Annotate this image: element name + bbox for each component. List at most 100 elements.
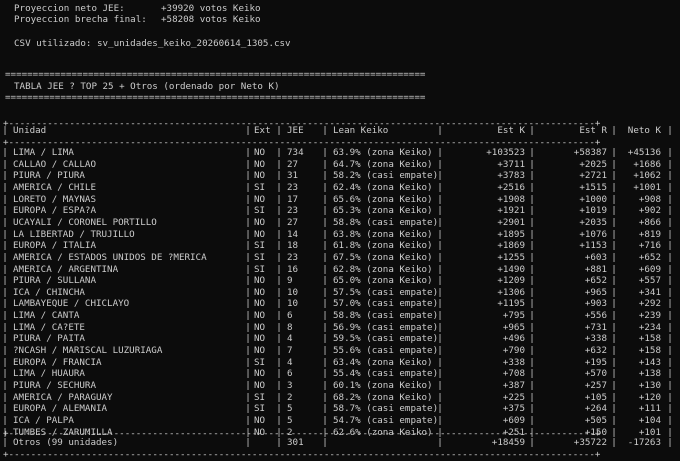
table-row: | | | | | | | | AMERICA / CHILE SI 23 62.4% (zona K… — [0, 182, 680, 193]
table-row: | | | | | | | | ?NCASH / MARISCAL LUZURIAGA NO 7 55… — [0, 345, 680, 356]
cell-neto-k: +158 — [638, 345, 661, 357]
table-border: | — [276, 310, 282, 322]
cell-neto-k: +143 — [638, 356, 661, 368]
cell-est-k: +1869 — [497, 240, 525, 252]
cell-est-k: +375 — [502, 403, 525, 415]
table-border: | — [529, 310, 535, 322]
cell-lean-keiko: 63.4% (zona Keiko) — [333, 356, 433, 368]
cell-jee: 23 — [287, 181, 299, 193]
cell-ext: NO — [254, 321, 266, 333]
cell-unidad: ?NCASH / MARISCAL LUZURIAGA — [13, 345, 163, 357]
table-border: | — [529, 356, 535, 368]
table-border: | — [2, 310, 8, 322]
table-row: | | | | | | | | EUROPA / ITALIA SI 18 61.8% (zona K… — [0, 240, 680, 251]
cell-jee: 3 — [287, 380, 293, 391]
cell-neto-k: +557 — [638, 275, 661, 287]
table-border: | — [322, 321, 328, 333]
table-border: | — [611, 158, 617, 170]
cell-unidad: EUROPA / FRANCIA — [13, 356, 102, 368]
cell-est-k: +103523 — [486, 147, 525, 158]
cell-lean-keiko: 61.8% (zona Keiko) — [333, 240, 433, 252]
table-border: | — [276, 251, 282, 263]
table-border: | — [245, 356, 251, 368]
table-border: | — [2, 345, 8, 357]
table-border: | — [276, 240, 282, 252]
cell-est-r: +1515 — [579, 181, 607, 193]
table-border: | — [529, 125, 535, 136]
cell-neto-k: +716 — [638, 240, 661, 252]
table-border: | — [2, 321, 8, 333]
table-border: | — [322, 263, 328, 275]
table-border: | — [276, 205, 282, 217]
table-border: | — [529, 158, 535, 170]
banner-title: TABLA JEE ? TOP 25 + Otros (ordenado por… — [14, 81, 280, 92]
cell-lean-keiko: Lean Keiko — [333, 125, 389, 136]
table-border: | — [611, 251, 617, 263]
table-border: | — [2, 275, 8, 287]
terminal-window[interactable]: Proyeccion neto JEE: +39920 votos Keiko … — [0, 0, 680, 461]
table-border: | — [611, 321, 617, 333]
table-border: | — [245, 181, 251, 193]
table-border: | — [2, 216, 8, 228]
cell-neto-k: +130 — [638, 380, 661, 391]
table-border: | — [322, 298, 328, 310]
table-border: | — [611, 275, 617, 287]
table-border: | — [529, 170, 535, 182]
cell-est-r: Est R — [579, 125, 607, 136]
cell-ext: NO — [254, 333, 266, 345]
cell-ext: NO — [254, 216, 266, 228]
table-border: | — [667, 193, 673, 205]
table-border: | — [245, 414, 251, 426]
table-border: | — [2, 228, 8, 240]
table-border: | — [2, 170, 8, 182]
table-row: | | | | | | | | LIMA / CANTA NO 6 58.8% (casi empat… — [0, 310, 680, 321]
cell-unidad: Unidad — [13, 125, 47, 136]
table-border: | — [529, 321, 535, 333]
neto-label: Proyeccion neto JEE: — [14, 3, 125, 14]
cell-unidad: AMERICA / CHILE — [13, 181, 96, 193]
cell-unidad: LIMA / CA?ETE — [13, 321, 85, 333]
cell-lean-keiko: 62.4% (zona Keiko) — [333, 181, 433, 193]
table-border: | — [667, 356, 673, 368]
table-border: | — [2, 380, 8, 391]
table-row: | | | | | | | | UCAYALI / CORONEL PORTILLO NO 27 58… — [0, 217, 680, 228]
cell-est-r: +652 — [584, 275, 607, 287]
cell-neto-k: +609 — [638, 263, 661, 275]
cell-ext: SI — [254, 181, 266, 193]
table-border: | — [245, 240, 251, 252]
table-border: | — [2, 414, 8, 426]
cell-neto-k: +239 — [638, 310, 661, 322]
table-border: | — [276, 368, 282, 380]
table-border: | — [667, 205, 673, 217]
cell-est-k: +1195 — [497, 298, 525, 310]
cell-jee: 6 — [287, 368, 293, 380]
cell-est-r: +965 — [584, 286, 607, 298]
table-border: | — [245, 368, 251, 380]
cell-est-k: +1490 — [497, 263, 525, 275]
cell-ext: NO — [254, 158, 266, 170]
cell-est-k: +496 — [502, 333, 525, 345]
cell-unidad: LIMA / CANTA — [13, 310, 80, 322]
cell-lean-keiko: 57.5% (casi empate) — [333, 286, 439, 298]
cell-est-r: +556 — [584, 310, 607, 322]
cell-lean-keiko: 65.6% (zona Keiko) — [333, 193, 433, 205]
table-border: | — [529, 181, 535, 193]
table-row: | | | | | | | | LA LIBERTAD / TRUJILLO NO 14 63.8% … — [0, 229, 680, 240]
table-border: | — [667, 333, 673, 345]
brecha-value: +58208 votos Keiko — [161, 14, 261, 25]
table-border: | — [276, 170, 282, 182]
cell-unidad: CALLAO / CALLAO — [13, 158, 96, 170]
table-border: | — [611, 380, 617, 391]
cell-unidad: AMERICA / ESTADOS UNIDOS DE ?MERICA — [13, 251, 207, 263]
table-border: | — [611, 228, 617, 240]
cell-jee: 31 — [287, 170, 299, 182]
cell-est-k: +1895 — [497, 228, 525, 240]
table-row: | | | | | | | | EUROPA / FRANCIA SI 4 63.4% (zona K… — [0, 357, 680, 368]
table-border: | — [322, 240, 328, 252]
cell-neto-k: +819 — [638, 228, 661, 240]
cell-neto-k: +111 — [638, 403, 661, 415]
cell-est-k: +795 — [502, 310, 525, 322]
table-border: | — [437, 205, 443, 217]
cell-est-r: +1153 — [579, 240, 607, 252]
cell-neto-k: +908 — [638, 193, 661, 205]
